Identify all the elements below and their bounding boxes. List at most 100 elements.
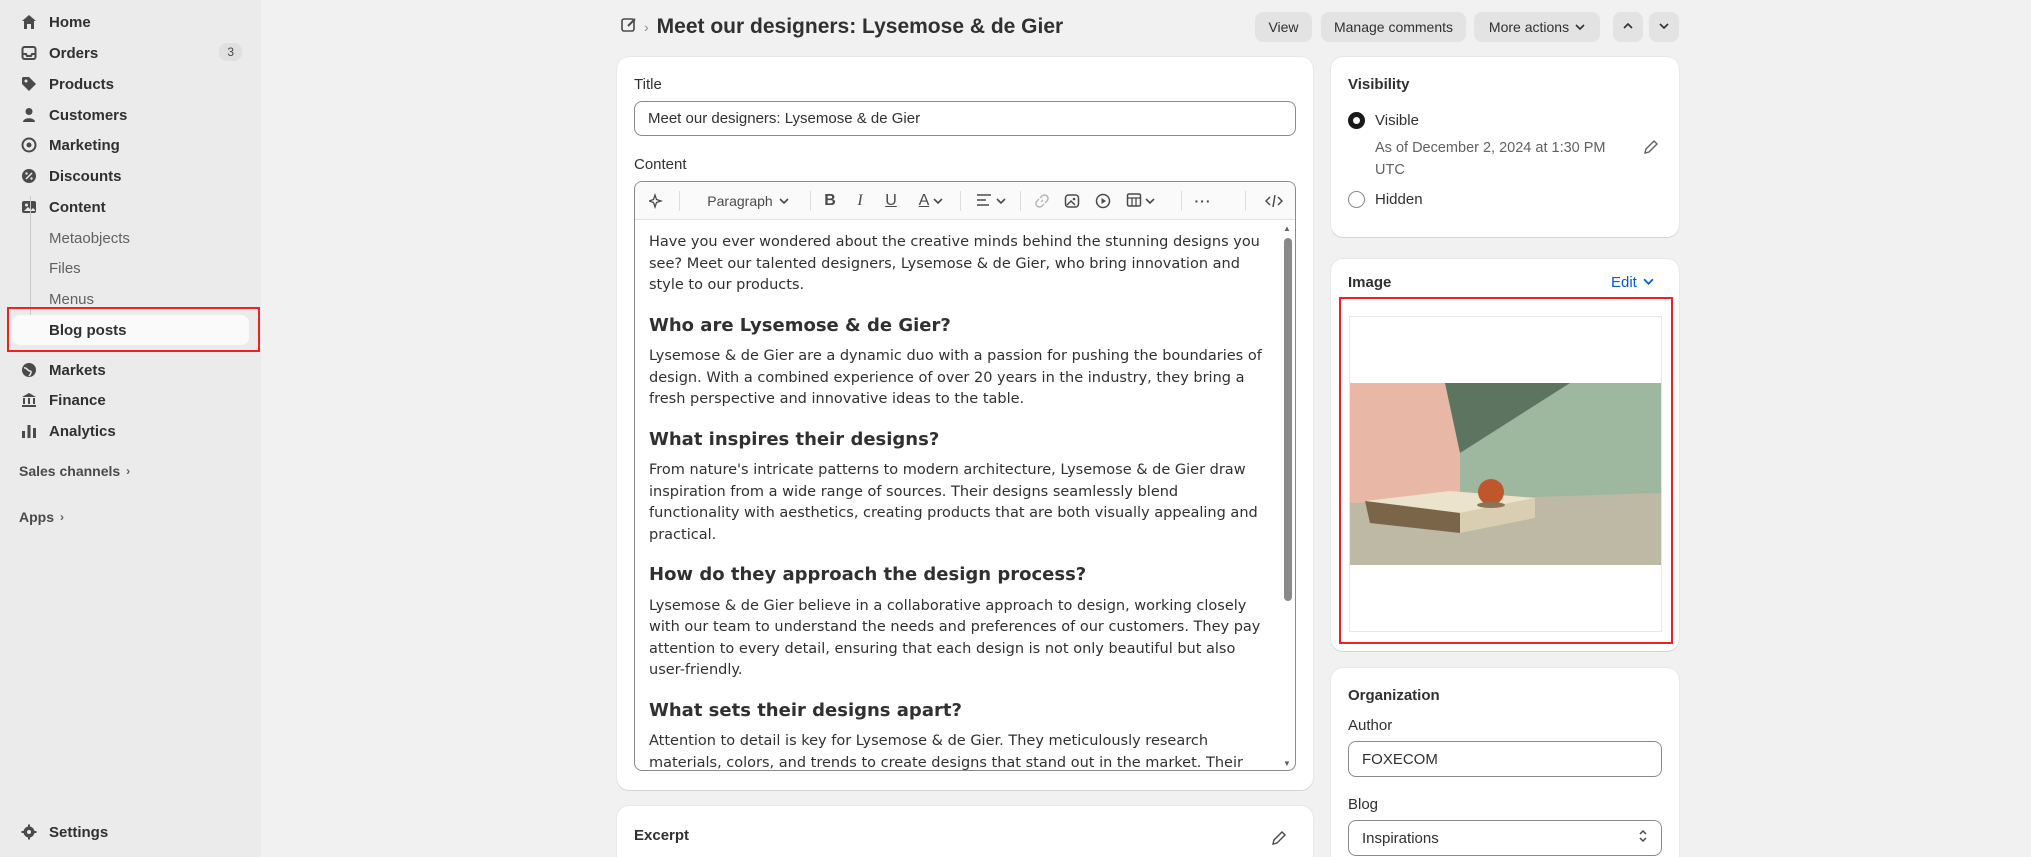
sidebar-item-discounts[interactable]: Discounts: [0, 161, 250, 191]
table-icon: [1126, 192, 1142, 211]
edit-visibility-date-pencil-icon[interactable]: [1643, 139, 1659, 159]
highlight-blog-posts: [7, 307, 260, 352]
sidebar-item-label: Content: [49, 198, 106, 216]
sidebar-item-label: Marketing: [49, 136, 120, 154]
title-label: Title: [634, 76, 662, 93]
next-post-button[interactable]: [1649, 12, 1679, 42]
apps-label: Apps: [19, 509, 54, 525]
sidebar-item-orders[interactable]: Orders 3: [0, 38, 250, 68]
sales-channels-link[interactable]: Sales channels ›: [19, 463, 130, 479]
more-actions-button[interactable]: More actions: [1474, 12, 1600, 42]
apps-link[interactable]: Apps ›: [19, 509, 64, 525]
text-color-button[interactable]: A: [913, 191, 949, 211]
text-color-icon: A: [918, 192, 930, 209]
sidebar-item-marketing[interactable]: Marketing: [0, 130, 250, 160]
sidebar-item-label: Settings: [49, 823, 109, 841]
chevron-down-icon: [1643, 274, 1654, 291]
underline-icon[interactable]: U: [881, 191, 901, 211]
editor-content[interactable]: Have you ever wondered about the creativ…: [649, 232, 1269, 770]
select-arrows-icon: [1638, 829, 1648, 847]
heading: What sets their designs apart?: [649, 699, 962, 721]
hidden-radio[interactable]: [1348, 191, 1365, 208]
sidebar-item-label: Customers: [49, 106, 128, 124]
chevron-down-icon: [996, 193, 1006, 209]
edit-image-button[interactable]: Edit: [1611, 274, 1654, 291]
toolbar-divider: [810, 191, 811, 211]
sidebar-item-markets[interactable]: Markets: [0, 355, 250, 385]
ai-sparkle-icon[interactable]: [647, 191, 667, 211]
title-input-value: Meet our designers: Lysemose & de Gier: [648, 110, 921, 127]
globe-icon: [20, 361, 38, 379]
sidebar-item-content[interactable]: Content: [0, 192, 250, 222]
paragraph: From nature's intricate patterns to mode…: [649, 462, 1258, 543]
chevron-right-icon: ›: [126, 464, 131, 478]
edit-post-icon: [620, 16, 638, 38]
title-input[interactable]: Meet our designers: Lysemose & de Gier: [634, 101, 1296, 136]
view-button[interactable]: View: [1255, 12, 1312, 42]
code-view-icon[interactable]: [1263, 191, 1285, 211]
scroll-up-arrow-icon[interactable]: ▲: [1283, 224, 1291, 233]
sidebar-item-label: Analytics: [49, 422, 116, 440]
table-button[interactable]: [1123, 191, 1157, 211]
image-card-title: Image: [1348, 274, 1392, 291]
sidebar-item-label: Finance: [49, 391, 106, 409]
sidebar-item-label: Markets: [49, 361, 106, 379]
edit-image-label: Edit: [1611, 274, 1637, 291]
paragraph-select[interactable]: Paragraph: [693, 191, 803, 211]
heading: Who are Lysemose & de Gier?: [649, 314, 951, 336]
italic-icon[interactable]: I: [850, 191, 870, 211]
sidebar-item-customers[interactable]: Customers: [0, 100, 250, 130]
paragraph: Have you ever wondered about the creativ…: [649, 234, 1260, 293]
sidebar-item-home[interactable]: Home: [0, 7, 250, 37]
sidebar-item-products[interactable]: Products: [0, 69, 250, 99]
sidebar-item-label: Orders: [49, 44, 99, 62]
hidden-label: Hidden: [1375, 191, 1423, 208]
organization-title: Organization: [1348, 687, 1440, 704]
sidebar-item-label: Files: [49, 259, 81, 277]
previous-post-button[interactable]: [1613, 12, 1643, 42]
paragraph: Lysemose & de Gier are a dynamic duo wit…: [649, 348, 1262, 407]
editor-scrollbar-thumb[interactable]: [1284, 238, 1292, 601]
image-icon[interactable]: [1062, 191, 1082, 211]
sidebar-item-metaobjects[interactable]: Metaobjects: [0, 223, 250, 253]
edit-excerpt-pencil-icon[interactable]: [1271, 830, 1287, 850]
sidebar-item-files[interactable]: Files: [0, 253, 250, 283]
editor-toolbar: Paragraph B I U A ···: [635, 182, 1295, 220]
chevron-down-icon: [1144, 193, 1155, 209]
page-title: Meet our designers: Lysemose & de Gier: [656, 15, 1064, 38]
bank-icon: [20, 391, 38, 409]
scroll-down-arrow-icon[interactable]: ▼: [1283, 759, 1291, 768]
sidebar-item-settings[interactable]: Settings: [0, 817, 250, 847]
sidebar-item-label: Metaobjects: [49, 229, 130, 247]
editor-scrollbar[interactable]: ▲ ▼: [1281, 222, 1293, 770]
bold-icon[interactable]: B: [820, 191, 840, 211]
toolbar-divider: [1245, 191, 1246, 211]
align-left-icon: [976, 193, 992, 210]
chevron-down-icon: [1575, 19, 1585, 35]
visibility-title: Visibility: [1348, 76, 1410, 93]
sidebar-item-analytics[interactable]: Analytics: [0, 416, 250, 446]
link-icon[interactable]: [1032, 191, 1052, 211]
toolbar-divider: [1181, 191, 1182, 211]
author-input[interactable]: FOXECOM: [1348, 741, 1662, 777]
excerpt-card: [617, 806, 1313, 857]
toolbar-divider: [1020, 191, 1021, 211]
content-icon: [20, 198, 38, 216]
target-icon: [20, 136, 38, 154]
chevron-down-icon: [933, 193, 943, 209]
more-options-icon[interactable]: ···: [1193, 191, 1213, 211]
sidebar-item-label: Menus: [49, 290, 95, 308]
manage-comments-label: Manage comments: [1333, 19, 1454, 35]
blog-select[interactable]: Inspirations: [1348, 820, 1662, 856]
orders-count-badge: 3: [219, 43, 242, 61]
sidebar-item-finance[interactable]: Finance: [0, 385, 250, 415]
align-button[interactable]: [973, 191, 1009, 211]
video-icon[interactable]: [1093, 191, 1113, 211]
blog-label: Blog: [1348, 796, 1379, 813]
chevron-down-icon: [1658, 19, 1670, 35]
visible-radio[interactable]: [1348, 112, 1365, 129]
manage-comments-button[interactable]: Manage comments: [1321, 12, 1466, 42]
sales-channels-label: Sales channels: [19, 463, 121, 479]
rich-text-editor[interactable]: Paragraph B I U A ··· Have you ever wond…: [634, 181, 1296, 771]
bar-chart-icon: [20, 422, 38, 440]
